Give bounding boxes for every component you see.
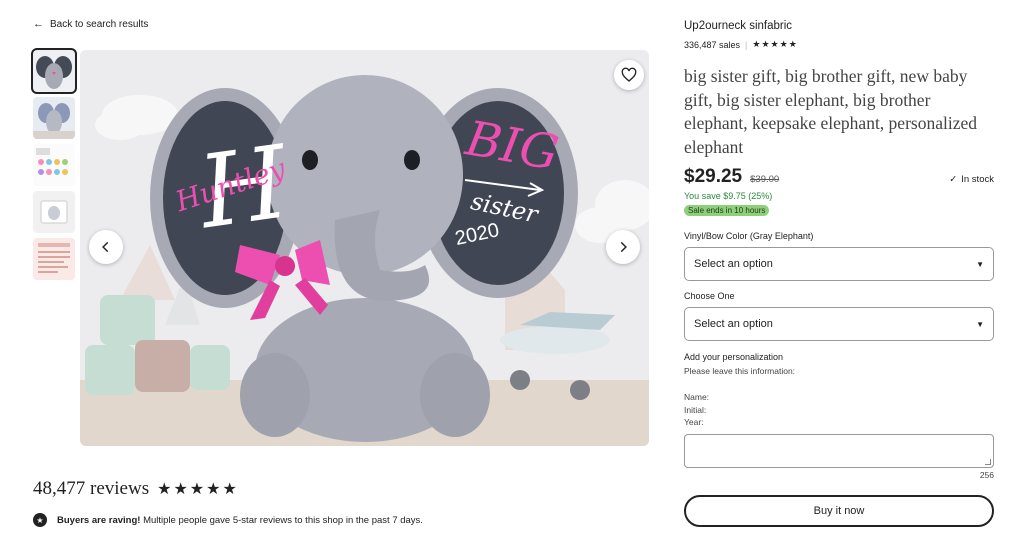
raving-text: Multiple people gave 5-star reviews to t… <box>140 514 423 526</box>
option-1-value: Select an option <box>694 258 773 270</box>
star-icon: ★ <box>222 481 238 498</box>
arrow-left-icon: ← <box>33 18 44 30</box>
savings-text: You save $9.75 (25%) <box>684 191 773 201</box>
raving-bold: Buyers are raving! <box>57 514 141 526</box>
resize-handle[interactable] <box>985 459 991 465</box>
personalization-field-year: Year: <box>684 417 704 427</box>
review-count: 48,477 reviews <box>33 478 150 499</box>
star-icon: ★ <box>779 39 788 49</box>
price-row: $29.25 $39.00 ✓ In stock <box>684 166 994 188</box>
elephant-photo: H Huntley BIG sister 2020 <box>80 50 649 446</box>
sale-ends-badge: Sale ends in 10 hours <box>684 205 770 216</box>
sale-price: $29.25 <box>684 166 743 187</box>
caret-down-icon: ▼ <box>976 319 984 329</box>
personalization-instruction: Please leave this information: <box>684 366 796 376</box>
buyers-raving-notice: ★ Buyers are raving! Multiple people gav… <box>33 513 423 527</box>
back-to-search-link[interactable]: ← Back to search results <box>33 18 148 30</box>
thumbnail-5[interactable] <box>33 238 75 280</box>
star-icon: ★ <box>788 39 797 49</box>
star-icon: ★ <box>157 481 173 498</box>
personalization-textarea[interactable] <box>684 434 994 468</box>
main-product-image: H Huntley BIG sister 2020 <box>80 50 649 446</box>
heart-icon <box>621 67 637 82</box>
chevron-left-icon <box>102 241 109 253</box>
personalization-label: Add your personalization <box>684 352 784 362</box>
shop-name-link[interactable]: Up2ourneck sinfabric <box>684 20 792 32</box>
shop-sales: 336,487 sales <box>684 39 741 50</box>
original-price: $39.00 <box>750 174 780 185</box>
review-stars: ★ ★ ★ ★ ★ <box>157 479 238 499</box>
thumbnail-4[interactable] <box>33 191 75 233</box>
star-icon: ★ <box>752 39 761 49</box>
stock-status: ✓ In stock <box>949 174 994 185</box>
listing-title: big sister gift, big brother gift, new b… <box>684 66 977 157</box>
favorite-button[interactable] <box>614 60 644 90</box>
stock-label: In stock <box>961 174 994 185</box>
star-icon: ★ <box>173 481 189 498</box>
personalization-char-limit: 256 <box>979 470 994 480</box>
thumbnail-1[interactable] <box>31 48 77 94</box>
next-image-button[interactable] <box>606 230 640 264</box>
option-1-label: Vinyl/Bow Color (Gray Elephant) <box>684 231 814 241</box>
personalization-field-initial: Initial: <box>684 404 707 415</box>
chevron-right-icon <box>620 241 627 253</box>
thumbnail-3[interactable] <box>33 144 75 186</box>
star-icon: ★ <box>761 39 770 49</box>
thumbnail-2[interactable] <box>33 97 75 139</box>
option-2-select[interactable]: Select an option ▼ <box>684 307 994 341</box>
previous-image-button[interactable] <box>89 230 123 264</box>
caret-down-icon: ▼ <box>976 259 984 269</box>
star-icon: ★ <box>770 39 779 49</box>
star-icon: ★ <box>206 481 222 498</box>
option-1-select[interactable]: Select an option ▼ <box>684 247 994 281</box>
reviews-summary[interactable]: 48,477 reviews ★ ★ ★ ★ ★ <box>33 478 238 500</box>
check-icon: ✓ <box>949 174 958 185</box>
shop-sales-line: 336,487 sales | ★ ★ ★ ★ ★ <box>684 39 797 50</box>
buy-it-now-button[interactable]: Buy it now <box>684 495 994 527</box>
shop-rating-stars: ★ ★ ★ ★ ★ <box>752 39 796 50</box>
thumbnail-strip <box>31 48 77 285</box>
award-icon: ★ <box>33 513 47 527</box>
back-link-label: Back to search results <box>50 18 149 30</box>
option-2-value: Select an option <box>694 318 773 330</box>
personalization-field-name: Name: <box>684 392 710 402</box>
star-icon: ★ <box>189 481 206 498</box>
option-2-label: Choose One <box>684 291 735 301</box>
